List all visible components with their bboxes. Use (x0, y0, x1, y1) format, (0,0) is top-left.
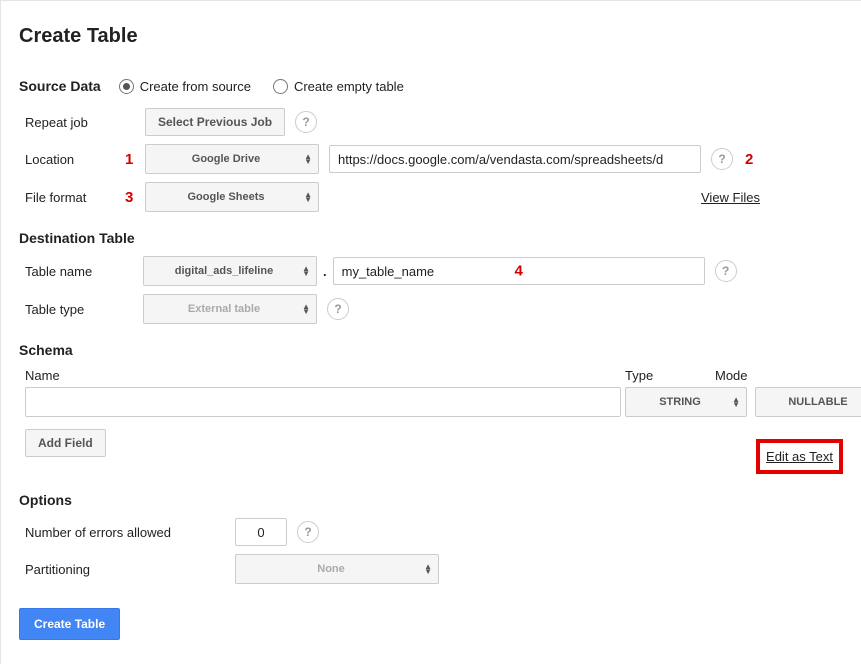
chevron-updown-icon: ▲▼ (424, 564, 432, 574)
errors-label: Number of errors allowed (25, 525, 235, 540)
add-field-button[interactable]: Add Field (25, 429, 106, 457)
annotation-3: 3 (125, 189, 145, 206)
schema-mode-select[interactable]: NULLABLE ▲▼ (755, 387, 861, 417)
annotation-4: 4 (514, 263, 522, 280)
source-url-input[interactable] (329, 145, 701, 173)
errors-input[interactable] (235, 518, 287, 546)
radio-icon (273, 79, 288, 94)
partitioning-select[interactable]: None ▲▼ (235, 554, 439, 584)
help-icon[interactable]: ? (715, 260, 737, 282)
schema-name-input[interactable] (25, 387, 621, 417)
radio-icon (119, 79, 134, 94)
schema-col-mode: Mode (715, 368, 825, 383)
location-label: Location (25, 152, 125, 167)
file-format-label: File format (25, 190, 125, 205)
file-format-select[interactable]: Google Sheets ▲▼ (145, 182, 319, 212)
page-title: Create Table (19, 25, 843, 48)
dataset-select[interactable]: digital_ads_lifeline ▲▼ (143, 256, 317, 286)
schema-col-type: Type (625, 368, 715, 383)
radio-label: Create from source (140, 79, 251, 94)
table-type-label: Table type (25, 302, 143, 317)
help-icon[interactable]: ? (297, 521, 319, 543)
schema-heading: Schema (19, 342, 843, 358)
location-select[interactable]: Google Drive ▲▼ (145, 144, 319, 174)
partitioning-label: Partitioning (25, 562, 235, 577)
source-data-heading: Source Data (19, 78, 101, 94)
help-icon[interactable]: ? (295, 111, 317, 133)
annotation-2: 2 (745, 151, 753, 168)
separator-dot: . (323, 264, 327, 279)
radio-create-empty[interactable]: Create empty table (273, 79, 404, 94)
help-icon[interactable]: ? (327, 298, 349, 320)
create-table-button[interactable]: Create Table (19, 608, 120, 640)
repeat-job-label: Repeat job (25, 115, 125, 130)
chevron-updown-icon: ▲▼ (304, 154, 312, 164)
destination-heading: Destination Table (19, 230, 843, 246)
schema-row: STRING ▲▼ NULLABLE ▲▼ ✕ (25, 387, 843, 417)
help-icon[interactable]: ? (711, 148, 733, 170)
options-heading: Options (19, 492, 843, 508)
view-files-link[interactable]: View Files (701, 190, 760, 205)
table-name-label: Table name (25, 264, 143, 279)
radio-create-from-source[interactable]: Create from source (119, 79, 251, 94)
table-type-select: External table ▲▼ (143, 294, 317, 324)
radio-label: Create empty table (294, 79, 404, 94)
chevron-updown-icon: ▲▼ (302, 266, 310, 276)
chevron-updown-icon: ▲▼ (732, 397, 740, 407)
chevron-updown-icon: ▲▼ (302, 304, 310, 314)
edit-as-text-highlight: Edit as Text (756, 439, 843, 474)
schema-type-select[interactable]: STRING ▲▼ (625, 387, 747, 417)
edit-as-text-link[interactable]: Edit as Text (766, 449, 833, 464)
select-previous-job-button[interactable]: Select Previous Job (145, 108, 285, 136)
annotation-1: 1 (125, 151, 145, 168)
chevron-updown-icon: ▲▼ (304, 192, 312, 202)
schema-col-name: Name (25, 368, 625, 383)
